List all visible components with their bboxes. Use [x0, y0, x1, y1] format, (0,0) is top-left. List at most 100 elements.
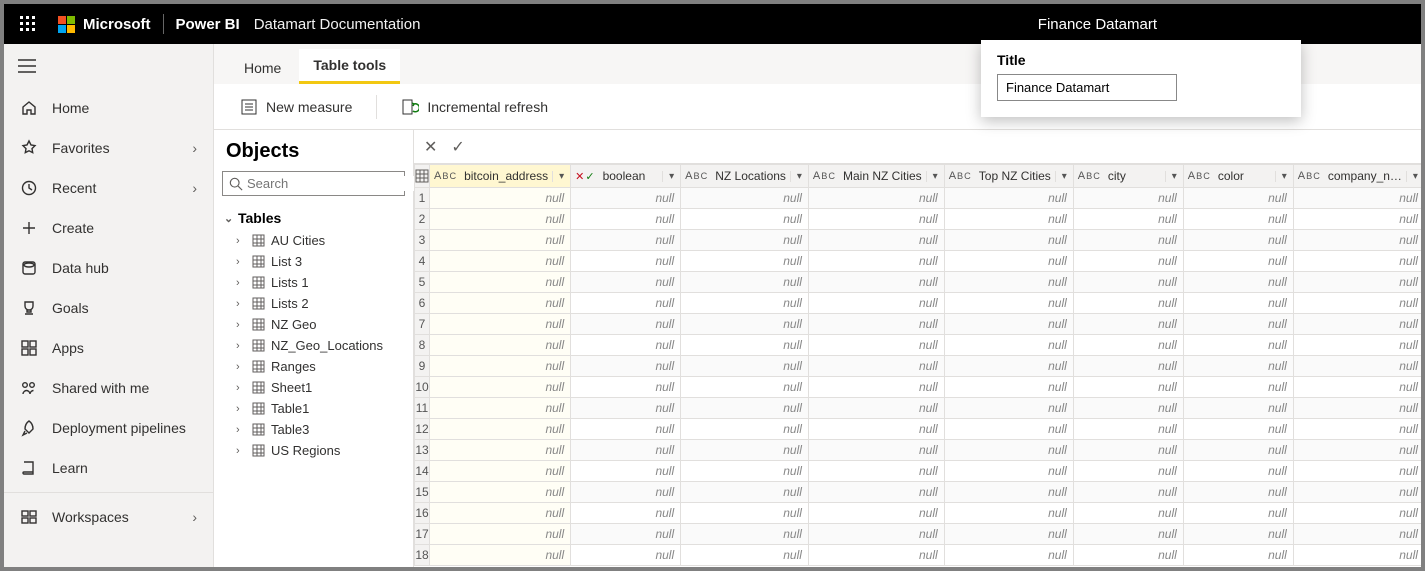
cell[interactable]: null	[808, 545, 944, 566]
cell[interactable]: null	[1183, 209, 1293, 230]
nav-share[interactable]: Shared with me	[4, 368, 213, 408]
cell[interactable]: null	[944, 293, 1073, 314]
column-filter-icon[interactable]: ▾	[552, 171, 570, 182]
cell[interactable]: null	[1183, 293, 1293, 314]
cell[interactable]: null	[430, 524, 571, 545]
row-number[interactable]: 6	[415, 293, 430, 314]
cell[interactable]: null	[1073, 272, 1183, 293]
cell[interactable]: null	[1293, 524, 1421, 545]
cell[interactable]: null	[1073, 461, 1183, 482]
row-number[interactable]: 5	[415, 272, 430, 293]
cell[interactable]: null	[1183, 377, 1293, 398]
table-item[interactable]: › Sheet1	[222, 377, 405, 398]
tab-home[interactable]: Home	[230, 52, 295, 84]
column-header[interactable]: ABC Top NZ Cities ▾	[944, 165, 1073, 188]
cancel-icon[interactable]: ✕	[424, 137, 437, 157]
row-number[interactable]: 7	[415, 314, 430, 335]
cell[interactable]: null	[944, 230, 1073, 251]
cell[interactable]: null	[571, 230, 681, 251]
cell[interactable]: null	[430, 230, 571, 251]
row-number[interactable]: 8	[415, 335, 430, 356]
cell[interactable]: null	[808, 377, 944, 398]
cell[interactable]: null	[571, 251, 681, 272]
cell[interactable]: null	[571, 503, 681, 524]
cell[interactable]: null	[681, 356, 809, 377]
cell[interactable]: null	[1183, 230, 1293, 251]
cell[interactable]: null	[571, 209, 681, 230]
nav-trophy[interactable]: Goals	[4, 288, 213, 328]
cell[interactable]: null	[808, 209, 944, 230]
table-item[interactable]: › NZ_Geo_Locations	[222, 335, 405, 356]
cell[interactable]: null	[808, 314, 944, 335]
table-item[interactable]: › Lists 1	[222, 272, 405, 293]
datatype-icon[interactable]: ABC	[1074, 170, 1104, 182]
cell[interactable]: null	[1183, 440, 1293, 461]
cell[interactable]: null	[571, 419, 681, 440]
cell[interactable]: null	[944, 335, 1073, 356]
cell[interactable]: null	[1183, 272, 1293, 293]
row-number[interactable]: 16	[415, 503, 430, 524]
cell[interactable]: null	[430, 545, 571, 566]
cell[interactable]: null	[430, 293, 571, 314]
cell[interactable]: null	[430, 188, 571, 209]
nav-plus[interactable]: Create	[4, 208, 213, 248]
cell[interactable]: null	[944, 272, 1073, 293]
cell[interactable]: null	[1183, 545, 1293, 566]
datatype-icon[interactable]: ABC	[809, 170, 839, 182]
datatype-icon[interactable]: ABC	[945, 170, 975, 182]
cell[interactable]: null	[1073, 524, 1183, 545]
row-number[interactable]: 13	[415, 440, 430, 461]
cell[interactable]: null	[1073, 419, 1183, 440]
cell[interactable]: null	[808, 356, 944, 377]
cell[interactable]: null	[430, 503, 571, 524]
objects-search[interactable]	[222, 171, 405, 196]
cell[interactable]: null	[681, 545, 809, 566]
cell[interactable]: null	[430, 209, 571, 230]
cell[interactable]: null	[430, 482, 571, 503]
cell[interactable]: null	[944, 377, 1073, 398]
cell[interactable]: null	[808, 251, 944, 272]
tab-table tools[interactable]: Table tools	[299, 49, 400, 84]
cell[interactable]: null	[571, 440, 681, 461]
cell[interactable]: null	[944, 440, 1073, 461]
row-number[interactable]: 15	[415, 482, 430, 503]
cell[interactable]: null	[1073, 335, 1183, 356]
row-number[interactable]: 12	[415, 419, 430, 440]
commit-icon[interactable]: ✓	[451, 137, 464, 157]
row-number[interactable]: 11	[415, 398, 430, 419]
cell[interactable]: null	[681, 440, 809, 461]
datatype-icon[interactable]: ABC	[681, 170, 711, 182]
table-item[interactable]: › Table3	[222, 419, 405, 440]
cell[interactable]: null	[430, 440, 571, 461]
cell[interactable]: null	[944, 545, 1073, 566]
cell[interactable]: null	[1183, 503, 1293, 524]
cell[interactable]: null	[1183, 524, 1293, 545]
datatype-icon[interactable]: ABC	[430, 170, 460, 182]
cell[interactable]: null	[430, 335, 571, 356]
cell[interactable]: null	[681, 524, 809, 545]
cell[interactable]: null	[571, 293, 681, 314]
cell[interactable]: null	[1183, 482, 1293, 503]
column-filter-icon[interactable]: ▾	[790, 171, 808, 182]
cell[interactable]: null	[430, 461, 571, 482]
column-header[interactable]: ABC Main NZ Cities ▾	[808, 165, 944, 188]
grid-scroll[interactable]: ABC bitcoin_address ▾ ✕✓ boolean ▾ ABC N…	[414, 164, 1421, 567]
cell[interactable]: null	[808, 419, 944, 440]
cell[interactable]: null	[1183, 356, 1293, 377]
cell[interactable]: null	[430, 377, 571, 398]
row-number[interactable]: 14	[415, 461, 430, 482]
cell[interactable]: null	[944, 356, 1073, 377]
cell[interactable]: null	[1183, 188, 1293, 209]
cell[interactable]: null	[1183, 251, 1293, 272]
cell[interactable]: null	[1073, 293, 1183, 314]
cell[interactable]: null	[944, 482, 1073, 503]
select-all-corner[interactable]	[415, 165, 430, 188]
column-filter-icon[interactable]: ▾	[1275, 171, 1293, 182]
cell[interactable]: null	[1293, 209, 1421, 230]
cell[interactable]: null	[1183, 335, 1293, 356]
cell[interactable]: null	[1293, 461, 1421, 482]
cell[interactable]: null	[944, 251, 1073, 272]
cell[interactable]: null	[571, 482, 681, 503]
cell[interactable]: null	[1293, 335, 1421, 356]
cell[interactable]: null	[1293, 251, 1421, 272]
